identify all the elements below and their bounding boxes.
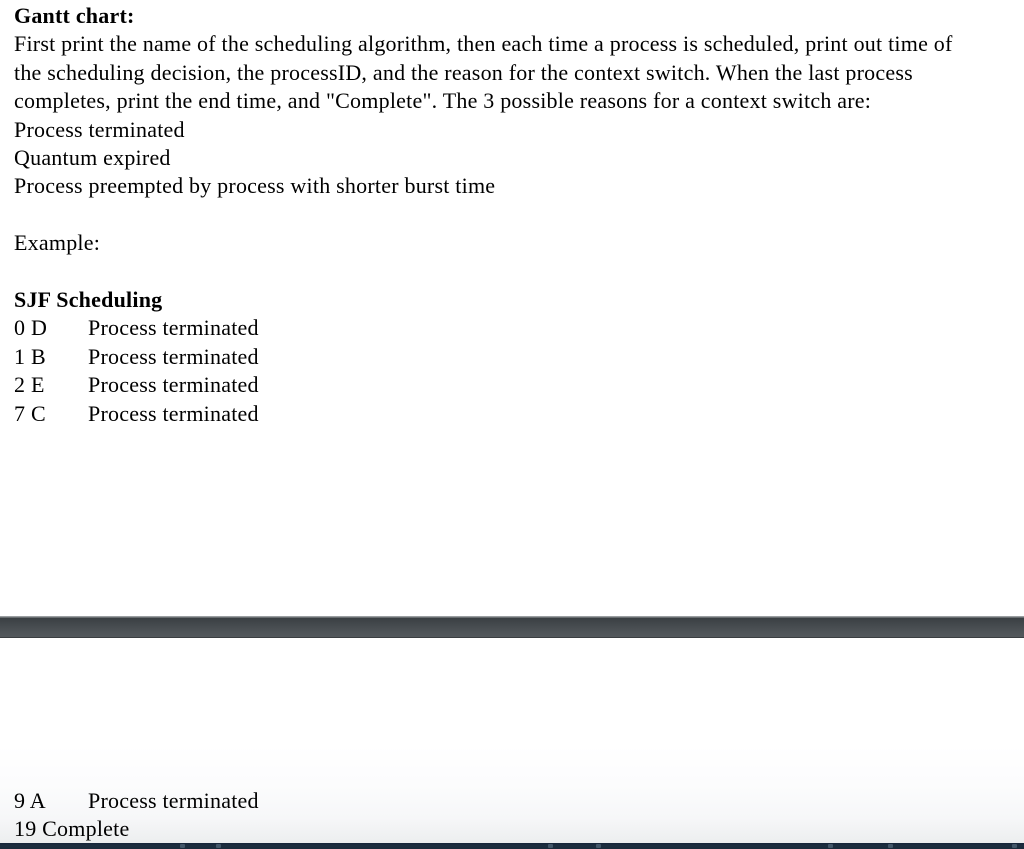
document-text-block-lower: 9 A Process terminated 19 Complete [14,787,989,843]
gantt-row-time-pid: 0 D [14,315,48,341]
gantt-row-time-pid: 2 E [14,372,45,398]
taskbar-tick-icon [216,844,221,848]
document-pane-upper: Gantt chart: First print the name of the… [0,0,1024,616]
gantt-complete-line: 19 Complete [14,816,130,842]
document-text-block: Gantt chart: First print the name of the… [14,2,989,428]
gantt-row-complete: 19 Complete [14,815,989,843]
gantt-row-reason: Process terminated [88,372,259,398]
taskbar-tick-icon [888,844,893,848]
taskbar-tick-icon [596,844,601,848]
taskbar-tick-icon [828,844,833,848]
instructions-paragraph: First print the name of the scheduling a… [14,31,953,114]
window-splitter-bar[interactable] [0,616,1024,638]
taskbar-tick-icon [1012,844,1017,848]
taskbar-tick-icon [548,844,553,848]
gantt-row-reason: Process terminated [88,788,259,813]
page-title: Gantt chart: [14,3,135,28]
taskbar-tick-icon [180,844,185,848]
gantt-row: 0 D Process terminated [14,314,989,342]
gantt-row-reason: Process terminated [88,400,259,426]
document-pane-lower: 9 A Process terminated 19 Complete [0,638,1024,843]
gantt-row: 1 B Process terminated [14,343,989,371]
gantt-row-time-pid: 9 A [14,788,46,813]
gantt-row-reason: Process terminated [88,343,259,369]
gantt-row: 2 E Process terminated [14,371,989,399]
reason-item-quantum-expired: Quantum expired [14,145,171,171]
gantt-row: 9 A Process terminated [14,787,989,815]
reason-item-process-preempted: Process preempted by process with shorte… [14,173,496,199]
gantt-row-time-pid: 7 C [14,400,46,426]
example-title: SJF Scheduling [14,287,163,313]
gantt-row: 7 C Process terminated [14,400,989,428]
example-label: Example: [14,230,101,256]
reason-item-process-terminated: Process terminated [14,116,185,142]
gantt-row-time-pid: 1 B [14,343,46,369]
taskbar-strip[interactable] [0,843,1024,849]
screenshot-page: Gantt chart: First print the name of the… [0,0,1024,849]
gantt-row-reason: Process terminated [88,315,259,341]
